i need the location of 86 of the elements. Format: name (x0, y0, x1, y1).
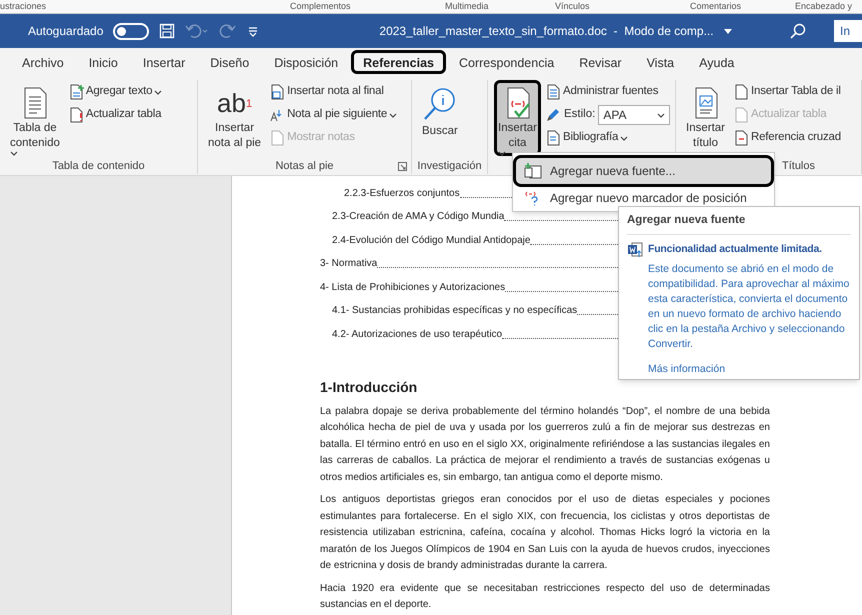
ribbon-button[interactable]: Insertar título (682, 80, 729, 156)
more-info-link[interactable]: Más información (648, 362, 851, 378)
ribbon-button[interactable]: Insertar cita (494, 80, 541, 156)
search-icon (422, 87, 457, 121)
ribbon-tab[interactable]: Insertar (130, 50, 198, 74)
brush-icon (545, 107, 561, 123)
document-icon (269, 130, 286, 146)
ribbon-tab[interactable]: Archivo (10, 50, 76, 74)
toc-entry[interactable]: 2.3-Creación de AMA y Código Mundia (332, 209, 504, 224)
ribbon-group-label: ustraciones (0, 1, 46, 12)
menu-item[interactable]: Agregar nuevo marcador de posición (513, 187, 774, 209)
document-icon (733, 107, 749, 123)
ribbon-button[interactable]: Administrar fuentes (545, 82, 670, 102)
tooltip-text: Este documento se abrió en el modo de compatibilidad. Para aprovechar al máximo esta característica, convierta el documento en un nuevo formato de archivo haciendo clic en la pestaña Archivo y seleccionando Convertir. (648, 262, 850, 352)
toc-entry[interactable]: 2.4-Evolución del Código Mundial Antidopaje (332, 232, 530, 248)
document-icon (733, 130, 749, 146)
document-icon (545, 130, 561, 146)
undo-icon[interactable] (185, 23, 210, 39)
document-title: 2023_taller_master_texto_sin_formato.doc - Modo de comp... (379, 23, 714, 40)
ribbon-group-label: Tabla de contenido (52, 158, 145, 174)
toc-entry[interactable]: 4- Lista de Prohibiciones y Autorizaciones (320, 280, 506, 294)
section-heading: 1-Introducción (320, 378, 418, 396)
toc-entry[interactable]: 4.1- Sustancias prohibidas específicas y no específicas (332, 303, 578, 318)
toc-entry[interactable]: 3- Normativa (320, 256, 378, 271)
ribbon-button[interactable]: Referencia cruzad (733, 128, 841, 148)
dialog-launcher-icon[interactable] (398, 162, 407, 170)
warning-heading: Funcionalidad actualmente limitada. (648, 242, 823, 258)
ribbon-button[interactable]: Actualizar tabla (68, 105, 162, 125)
ribbon-button[interactable]: Insertar nota al final (269, 82, 398, 102)
footnote-glyph: ab$^{1}$ (217, 87, 252, 119)
word-document-icon (627, 242, 643, 258)
caption-icon (692, 87, 718, 119)
add-source-icon (524, 163, 542, 179)
ribbon-group-label: Vínculos (555, 1, 590, 12)
ribbon-group-label: Complementos (290, 1, 351, 12)
ribbon-tab[interactable]: Correspondencia (446, 50, 566, 74)
ribbon-tab[interactable]: Ayuda (687, 50, 746, 74)
document-icon (68, 84, 84, 100)
menu-item[interactable]: Agregar nueva fuente... (513, 155, 774, 187)
ribbon-tab[interactable]: Vista (634, 50, 686, 74)
ribbon-group-label: Investigación (417, 158, 482, 174)
document-icon (545, 84, 561, 100)
ribbon-tab[interactable]: Revisar (567, 50, 634, 74)
toc-entry[interactable]: 4.2- Autorizaciones de uso terapéutico (332, 326, 502, 342)
ribbon-group-label: Comentarios (690, 1, 742, 12)
body-paragraph: Hacia 1920 era evidente que se necesitaban restricciones respecto del uso de determinadas sustancias en el deporte. (320, 582, 770, 612)
ribbon-group-label: Encabezado y (795, 1, 852, 12)
button-label: Insertar título (686, 121, 725, 151)
ribbon-button[interactable]: Agregar texto (68, 82, 162, 102)
ribbon-tab[interactable]: Referencias (351, 50, 446, 74)
document-icon (269, 84, 286, 100)
field-label: Estilo: (564, 107, 596, 122)
customize-toolbar-icon[interactable] (247, 25, 260, 37)
caret-icon (657, 112, 666, 118)
document-icon (68, 107, 84, 123)
ribbon-tab[interactable]: Inicio (76, 50, 130, 74)
ribbon-button[interactable]: Insertar Tabla de il (733, 82, 841, 102)
save-icon[interactable] (159, 23, 176, 39)
ribbon-button[interactable]: ab$^{1}$ Insertar nota al pie (204, 80, 266, 156)
ribbon-group-label: Títulos (782, 158, 815, 174)
ribbon-tab[interactable]: Diseño (198, 50, 262, 74)
citation-icon (504, 87, 530, 119)
tooltip-title: Agregar nueva fuente (627, 212, 851, 236)
toc-entry[interactable]: 2.2.3-Esfuerzos conjuntos (344, 186, 460, 200)
ribbon-button[interactable]: Nota al pie siguiente (269, 105, 398, 125)
redo-icon[interactable] (219, 23, 238, 39)
ribbon-button[interactable]: Tabla de contenido (6, 80, 64, 156)
button-label: Insertar cita (498, 121, 537, 156)
sign-in-button[interactable]: In (834, 20, 862, 42)
ribbon-group-label: Multimedia (445, 1, 489, 12)
document-icon (733, 84, 749, 100)
ribbon-tab[interactable]: Disposición (262, 50, 350, 74)
button-label: Buscar (422, 124, 458, 139)
ribbon-group-label: Notas al pie (275, 158, 334, 174)
autosave-label: Autoguardado (28, 23, 104, 40)
button-label: Tabla de contenido (10, 121, 60, 156)
button-label: Insertar nota al pie (208, 121, 262, 151)
search-icon[interactable] (790, 23, 806, 39)
ribbon-button[interactable]: Bibliografía (545, 128, 670, 148)
body-paragraph: Los antiguos deportistas griegos eran conocidos por el uso de dietas especiales y pociones estimulantes para fortalecerse. En el siglo XIX, con frecuencia, los ciclistas y otros deportistas de resistencia utilizaban estricnina, cafeína, cocaína y alcohol. Thomas Hicks logró la victoria en la maratón de los Juegos Olímpicos de 1904 en San Luis con la ayuda de huevos crudos, inyecciones de estricnina y dosis de brandy administradas durante la carrera. (320, 493, 770, 573)
ribbon-button[interactable]: Buscar (418, 80, 462, 156)
autosave-toggle[interactable] (113, 22, 150, 40)
style-dropdown[interactable]: APA (598, 105, 670, 125)
table-of-contents-icon (22, 87, 48, 119)
caret-icon[interactable] (724, 28, 732, 34)
body-paragraph: La palabra dopaje se deriva probablemente del término holandés “Dop”, el nombre de una bebida alcohólica hecha de piel de uva y usada por los guerreros zulú a fin de mejorar sus destrezas en batalla. El término entró en uso en el siglo XX, originalmente refiriéndose a las sustancias ilegales en las carreras de caballos. La práctica de mejorar el rendimiento a través de sustancias exógenas u otros medios artificiales es, sin embargo, tan antigua como el deporte mismo. (320, 404, 770, 484)
